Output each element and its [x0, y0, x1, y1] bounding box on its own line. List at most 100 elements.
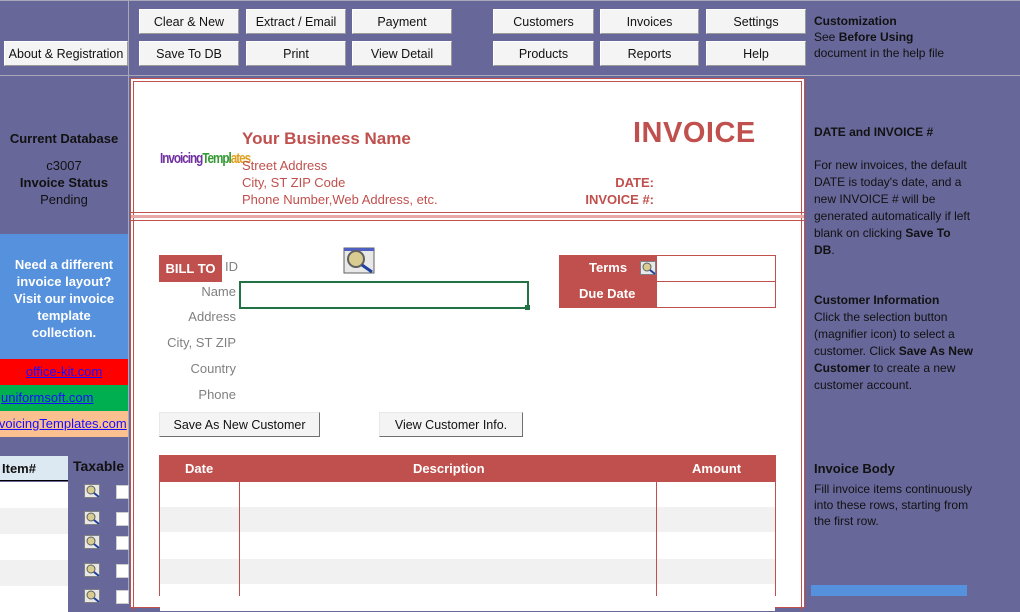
body-help-title: Invoice Body — [814, 461, 895, 476]
amount-cell[interactable] — [657, 534, 775, 559]
body-help: Invoice Body Fill invoice items continuo… — [814, 460, 974, 529]
customer-help-text: Click the selection button (magnifier ic… — [814, 309, 974, 394]
due-date-label-cell: Due Date — [559, 281, 657, 307]
date-cell[interactable] — [160, 534, 239, 559]
customization-note: Customization See Before Using document … — [814, 13, 944, 61]
view-detail-button[interactable]: View Detail — [352, 41, 452, 66]
table-border — [656, 482, 657, 596]
help-button[interactable]: Help — [706, 41, 806, 66]
street-address[interactable]: Street Address — [242, 158, 327, 173]
table-row — [160, 507, 775, 532]
table-border — [159, 482, 160, 596]
description-cell[interactable] — [240, 559, 656, 584]
invoices-button[interactable]: Invoices — [600, 9, 699, 34]
extract-email-button[interactable]: Extract / Email — [246, 9, 346, 34]
payment-button[interactable]: Payment — [352, 9, 452, 34]
date-cell[interactable] — [160, 507, 239, 532]
customer-phone-label: Phone — [198, 387, 236, 402]
customer-name-input[interactable] — [239, 281, 529, 309]
description-cell[interactable] — [240, 586, 656, 611]
item-number-cell[interactable] — [0, 586, 68, 612]
clear-new-button[interactable]: Clear & New — [139, 9, 239, 34]
item-select-button[interactable] — [84, 563, 100, 577]
customer-id-label: ID — [225, 259, 238, 274]
date-cell[interactable] — [160, 559, 239, 584]
magnifier-icon — [84, 511, 100, 525]
item-number-cell[interactable] — [0, 560, 68, 586]
reports-button[interactable]: Reports — [600, 41, 699, 66]
template-promo[interactable]: Need a different invoice layout? Visit o… — [0, 234, 128, 359]
fill-handle[interactable] — [525, 305, 530, 310]
due-date-field[interactable] — [657, 282, 775, 307]
invoice-number-field[interactable] — [660, 190, 770, 207]
promo-line: invoice layout? — [16, 274, 112, 289]
item-select-button[interactable] — [84, 511, 100, 525]
column-header-amount: Amount — [692, 461, 742, 476]
grid-line — [0, 75, 1020, 76]
taxable-checkbox[interactable] — [116, 512, 129, 526]
phone-web[interactable]: Phone Number,Web Address, etc. — [242, 192, 438, 207]
terms-label: Terms — [589, 260, 628, 275]
date-help-text: For new invoices, the default DATE is to… — [814, 158, 971, 257]
note-bold: Before Using — [838, 30, 914, 44]
save-to-db-button[interactable]: Save To DB — [139, 41, 239, 66]
view-customer-info-button[interactable]: View Customer Info. — [379, 412, 523, 437]
item-number-cell[interactable] — [0, 482, 68, 508]
item-select-button[interactable] — [84, 535, 100, 549]
magnifier-icon — [84, 563, 100, 577]
current-database-label: Current Database — [9, 131, 119, 146]
item-select-button[interactable] — [84, 589, 100, 603]
description-cell[interactable] — [240, 507, 656, 532]
products-button[interactable]: Products — [493, 41, 594, 66]
save-as-new-customer-button[interactable]: Save As New Customer — [159, 412, 320, 437]
customer-country-label: Country — [190, 361, 236, 376]
business-name[interactable]: Your Business Name — [242, 129, 411, 149]
invoicingtemplates-link[interactable]: InvoicingTemplates.com — [0, 416, 127, 431]
link-row-office-kit: office-kit.com — [0, 359, 128, 385]
item-number-cell[interactable] — [0, 534, 68, 560]
customers-button[interactable]: Customers — [493, 9, 594, 34]
terms-select-button[interactable] — [640, 261, 656, 278]
date-field[interactable] — [660, 173, 770, 190]
magnifier-icon — [84, 484, 100, 498]
office-kit-link[interactable]: office-kit.com — [26, 364, 102, 379]
due-date-label: Due Date — [579, 286, 636, 301]
customer-help-title: Customer Information — [814, 293, 940, 307]
customer-select-button[interactable] — [343, 247, 375, 277]
invoice-title: INVOICE — [633, 117, 756, 149]
magnifier-icon — [84, 535, 100, 549]
table-row — [160, 586, 775, 611]
description-cell[interactable] — [240, 482, 656, 507]
item-select-button[interactable] — [84, 484, 100, 498]
note-text: See — [814, 30, 839, 44]
item-number-header: Item# — [0, 456, 68, 481]
date-help: DATE and INVOICE # For new invoices, the… — [814, 124, 1014, 259]
magnifier-icon — [343, 247, 375, 274]
date-cell[interactable] — [160, 586, 239, 611]
settings-button[interactable]: Settings — [706, 9, 806, 34]
item-number-cell[interactable] — [0, 508, 68, 534]
header-separator — [131, 215, 804, 218]
column-header-description: Description — [413, 461, 485, 476]
amount-cell[interactable] — [657, 507, 775, 532]
promo-line: collection. — [31, 325, 97, 340]
amount-cell[interactable] — [657, 586, 775, 611]
uniformsoft-link[interactable]: uniformsoft.com — [1, 390, 93, 405]
taxable-header: Taxable — [73, 458, 125, 474]
header-separator — [131, 212, 804, 213]
description-cell[interactable] — [240, 534, 656, 559]
amount-cell[interactable] — [657, 482, 775, 507]
table-row — [160, 559, 775, 584]
amount-cell[interactable] — [657, 559, 775, 584]
taxable-checkbox[interactable] — [116, 590, 129, 604]
table-border — [775, 482, 776, 596]
taxable-checkbox[interactable] — [116, 485, 129, 499]
print-button[interactable]: Print — [246, 41, 346, 66]
terms-field[interactable] — [657, 256, 775, 281]
taxable-checkbox[interactable] — [116, 536, 129, 550]
customization-title: Customization — [814, 14, 897, 28]
date-cell[interactable] — [160, 482, 239, 507]
taxable-checkbox[interactable] — [116, 564, 129, 578]
about-registration-button[interactable]: About & Registration — [4, 41, 128, 66]
city-state-zip[interactable]: City, ST ZIP Code — [242, 175, 345, 190]
